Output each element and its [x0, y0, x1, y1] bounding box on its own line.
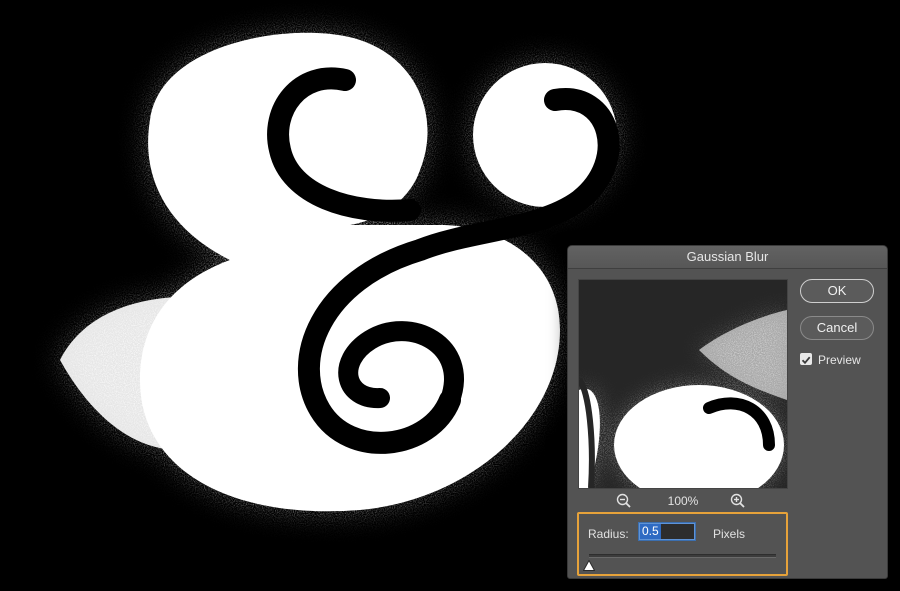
preview-window[interactable]: [578, 279, 788, 489]
radius-input[interactable]: [638, 522, 696, 541]
triangle-up-icon[interactable]: [582, 558, 596, 571]
radius-slider-track[interactable]: [589, 554, 776, 558]
radius-units-label: Pixels: [713, 527, 746, 541]
ok-button[interactable]: OK: [800, 279, 874, 303]
zoom-controls: 100%: [578, 492, 788, 510]
checkmark-icon: [801, 356, 811, 365]
zoom-in-icon[interactable]: [730, 493, 746, 509]
dialog-title[interactable]: Gaussian Blur: [568, 246, 887, 269]
gaussian-blur-dialog: Gaussian Blur 100% Radius: 0.5 0.5 Pixel…: [567, 245, 888, 579]
preview-label: Preview: [818, 353, 861, 367]
preview-image: [579, 280, 787, 488]
preview-checkbox[interactable]: [800, 353, 812, 365]
cancel-button[interactable]: Cancel: [800, 316, 874, 340]
radius-panel: Radius: 0.5 Pixels: [577, 512, 788, 576]
radius-label: Radius:: [588, 527, 629, 541]
zoom-level: 100%: [667, 494, 699, 508]
